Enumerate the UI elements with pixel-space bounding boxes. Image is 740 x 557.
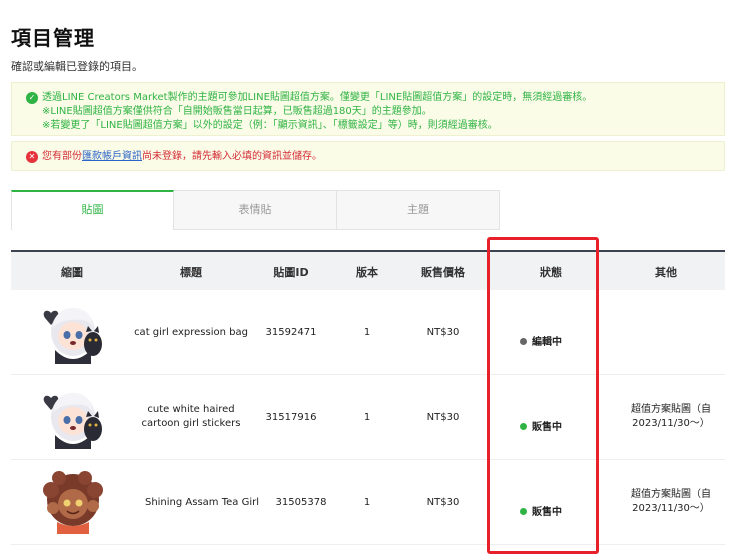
header-price: 販售價格 [421, 266, 465, 279]
tab-themes[interactable]: 主題 [337, 190, 500, 230]
row-price: NT$30 [426, 412, 460, 423]
row-version: 1 [363, 327, 371, 338]
notice-line: ※若變更了「LINE貼圖超值方案」以外的設定（例：「顯示資訊」、「標籤設定」等）… [42, 120, 498, 131]
error-circle-icon: ✕ [26, 151, 38, 163]
tab-stickers[interactable]: 貼圖 [11, 190, 174, 230]
sticker-thumbnail[interactable] [39, 383, 105, 451]
tab-emoji[interactable]: 表情貼 [174, 190, 337, 230]
category-tabs: 貼圖 表情貼 主題 [11, 190, 501, 230]
row-price: NT$30 [426, 497, 460, 508]
error-notice: ✕ 您有部份匯款帳戶資訊尚未登錄，請先輸入必填的資訊並儲存。 [11, 141, 725, 171]
row-sticker-id: 31517916 [265, 412, 317, 423]
status-column-highlight [487, 237, 599, 554]
header-sticker-id: 貼圖ID [273, 266, 309, 279]
table-row[interactable]: cat girl expression bag 31592471 1 NT$30… [11, 290, 725, 375]
row-price: NT$30 [426, 327, 460, 338]
error-suffix: 尚未登錄，請先輸入必填的資訊並儲存。 [142, 151, 322, 162]
table-row[interactable]: cute white haired cartoon girl stickers … [11, 375, 725, 460]
page-title: 項目管理 [11, 26, 95, 50]
table-header: 縮圖 標題 貼圖ID 版本 販售價格 狀態 其他 [11, 252, 725, 290]
header-version: 版本 [356, 266, 378, 279]
success-notice: ✓ 透過LINE Creators Market製作的主題可參加LINE貼圖超值… [11, 82, 725, 136]
bank-account-link[interactable]: 匯款帳戶資訊 [82, 151, 142, 162]
row-sticker-id: 31592471 [265, 327, 317, 338]
row-version: 1 [363, 412, 371, 423]
row-other: 超值方案貼圖（自2023/11/30～） [631, 404, 711, 429]
sticker-thumbnail[interactable] [39, 468, 105, 536]
error-message: 您有部份匯款帳戶資訊尚未登錄，請先輸入必填的資訊並儲存。 [42, 150, 322, 163]
notice-line: 透過LINE Creators Market製作的主題可參加LINE貼圖超值方案… [42, 92, 593, 103]
row-sticker-id: 31505378 [275, 497, 327, 508]
error-prefix: 您有部份 [42, 151, 82, 162]
header-thumbnail: 縮圖 [61, 266, 83, 279]
row-title: Shining Assam Tea Girl [144, 497, 260, 508]
header-title: 標題 [180, 266, 202, 279]
row-title: cat girl expression bag [134, 327, 248, 338]
page-subtitle: 確認或編輯已登錄的項目。 [11, 60, 143, 73]
row-other: 超值方案貼圖（自2023/11/30～） [631, 489, 711, 514]
sticker-thumbnail[interactable] [39, 298, 105, 366]
check-circle-icon: ✓ [26, 92, 38, 104]
header-other: 其他 [655, 266, 677, 279]
table-row[interactable]: Shining Assam Tea Girl 31505378 1 NT$30 … [11, 460, 725, 545]
row-version: 1 [363, 497, 371, 508]
notice-line: ※LINE貼圖超值方案僅供符合「自開始販售當日起算，已販售超過180天」的主題參… [42, 106, 432, 117]
row-title: cute white haired cartoon girl stickers [141, 404, 241, 429]
